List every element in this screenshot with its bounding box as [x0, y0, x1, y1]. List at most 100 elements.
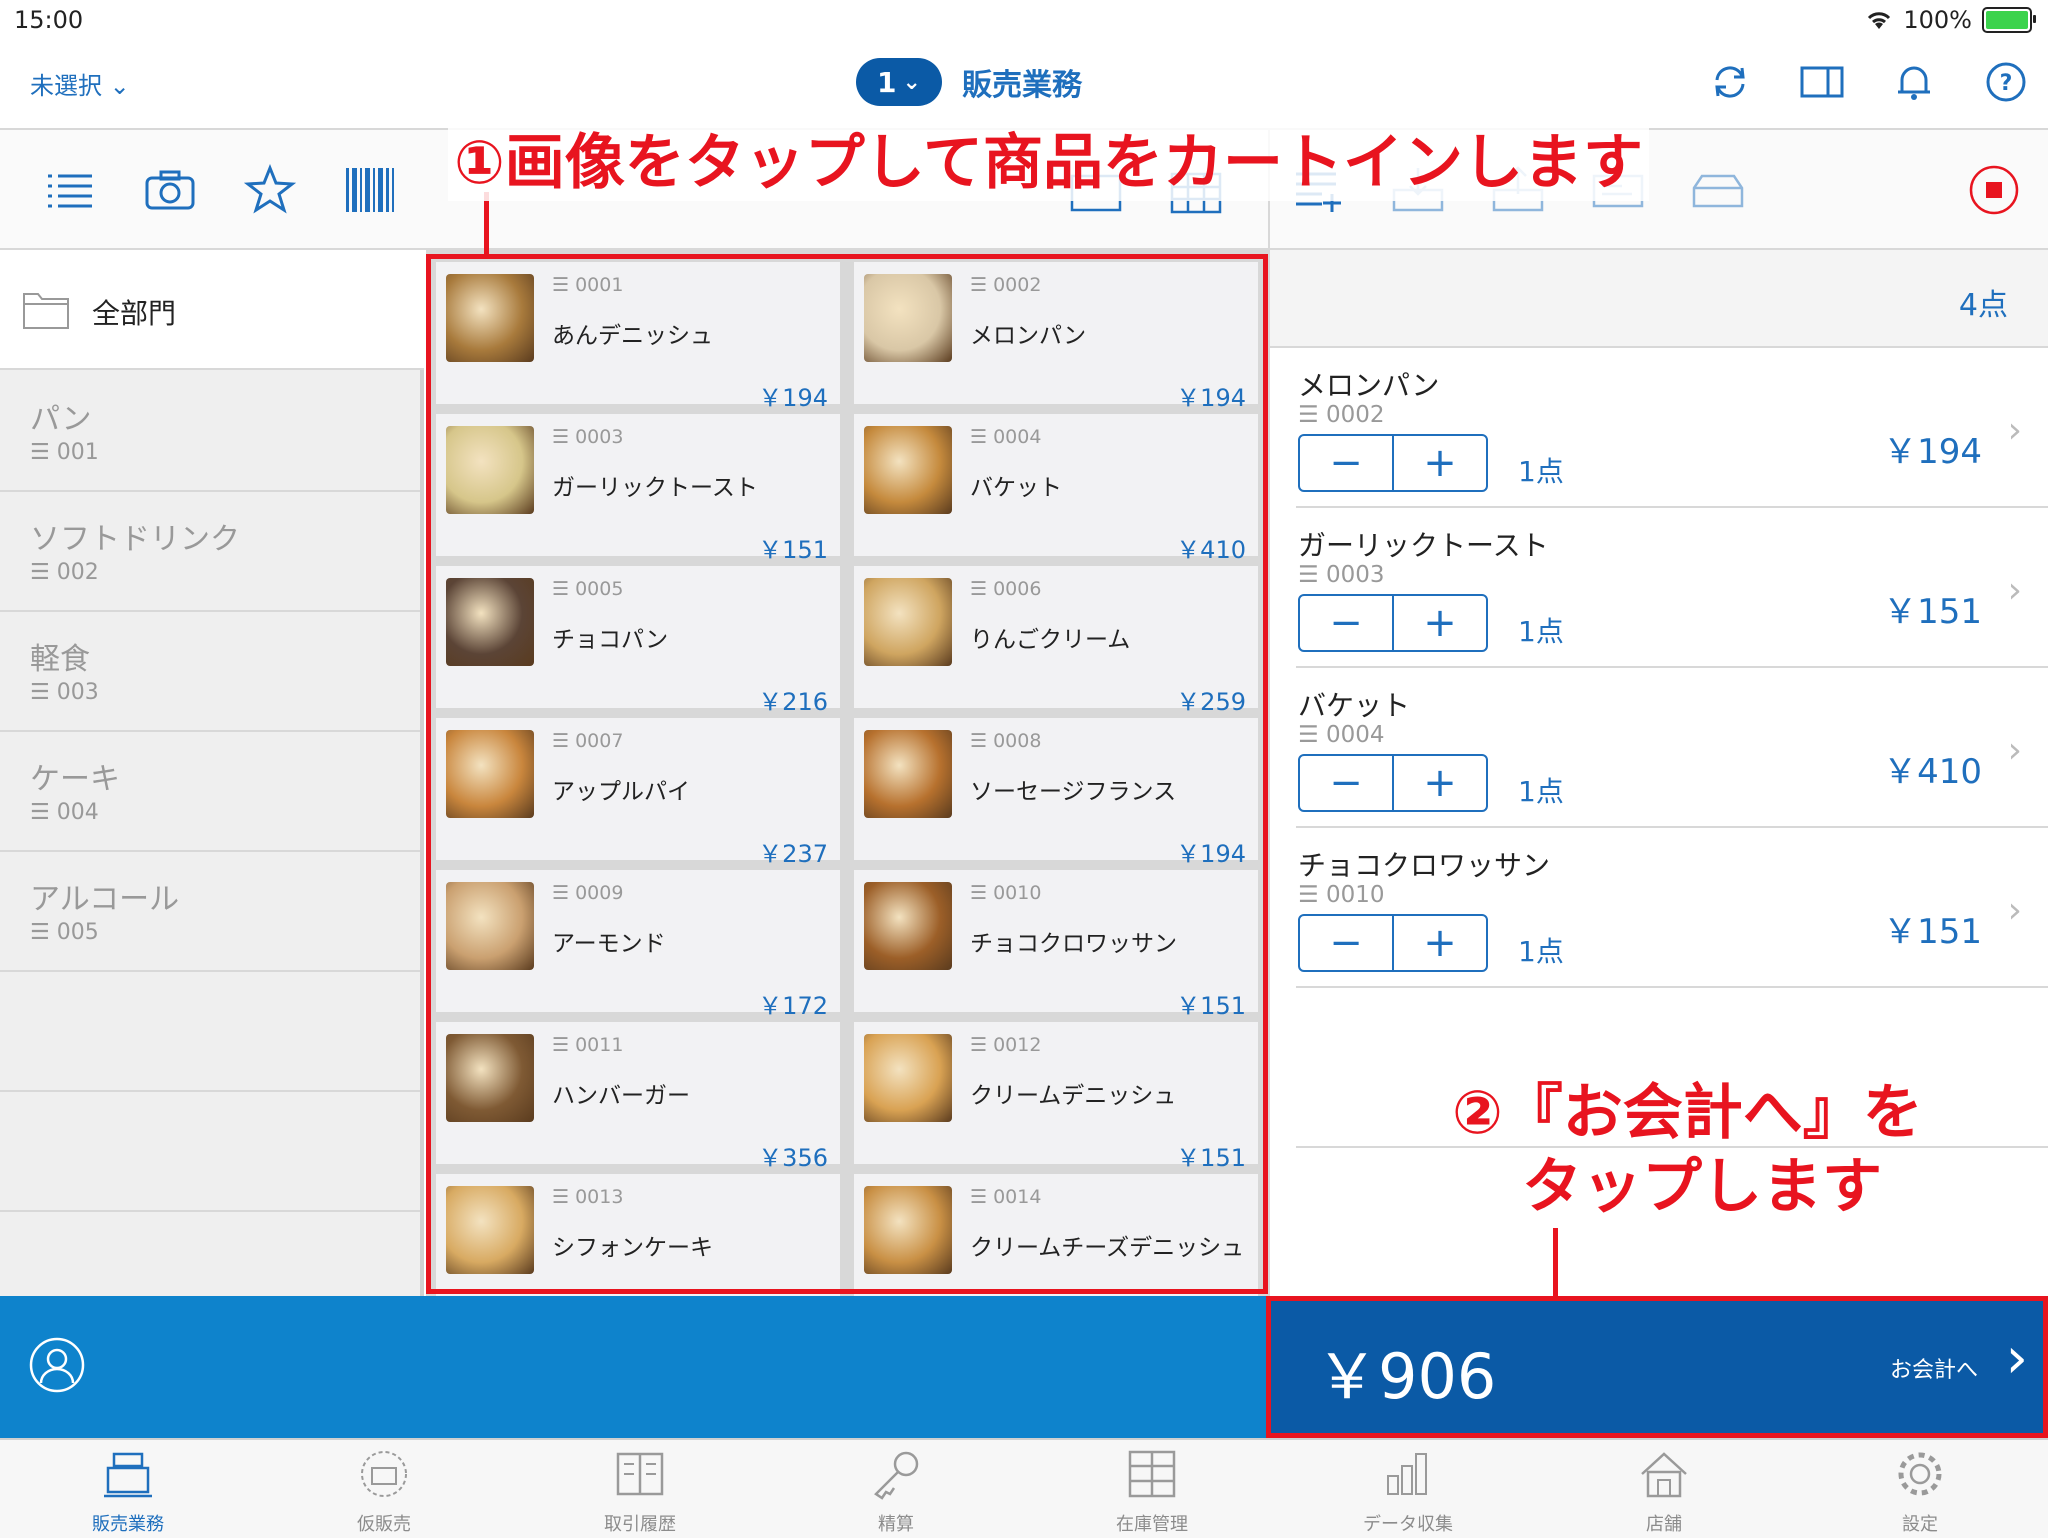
tab-3[interactable]: 取引履歴: [512, 1440, 768, 1538]
tab-7[interactable]: 店舗: [1536, 1440, 1792, 1538]
customer-bar: [0, 1296, 1268, 1438]
bell-icon[interactable]: [1892, 60, 1936, 104]
cart-item-code: ☰ 0010: [1298, 882, 1385, 908]
cart-item-code: ☰ 0004: [1298, 722, 1385, 748]
menu-icon: ☰: [30, 440, 57, 465]
annotation-text-top: ①画像をタップして商品をカートインします: [448, 114, 1649, 201]
cart-item-qty: 1点: [1518, 455, 1564, 488]
camera-icon[interactable]: [144, 164, 196, 216]
register-icon: [104, 1452, 152, 1498]
tab-label: 取引履歴: [604, 1514, 676, 1535]
increment-button[interactable]: +: [1392, 436, 1486, 490]
data-collection-icon: [1387, 1453, 1427, 1495]
increment-button[interactable]: +: [1392, 756, 1486, 810]
menu-icon: ☰: [1298, 882, 1326, 908]
decrement-button[interactable]: −: [1300, 436, 1392, 490]
menu-icon: ☰: [30, 920, 57, 945]
cart-item[interactable]: ガーリックトースト ☰ 0003 − + 1点 ￥151 ›: [1296, 508, 2048, 668]
tab-1[interactable]: 販売業務: [0, 1440, 256, 1538]
tab-8[interactable]: 設定: [1792, 1440, 2048, 1538]
history-icon: [616, 1452, 664, 1496]
cart-item-qty: 1点: [1518, 615, 1564, 648]
decrement-button[interactable]: −: [1300, 596, 1392, 650]
category-all-label: 全部門: [92, 297, 177, 330]
wifi-icon: [1868, 12, 1891, 29]
decrement-button[interactable]: −: [1300, 916, 1392, 970]
cart-item-price: ￥151: [1883, 592, 1982, 632]
increment-button[interactable]: +: [1392, 916, 1486, 970]
category-item[interactable]: ソフトドリンク ☰ 002: [0, 490, 420, 612]
annotation-line-top: [484, 192, 489, 254]
drawer-icon[interactable]: [1692, 164, 1744, 216]
battery-icon: [1982, 7, 2036, 33]
gear-icon: [1898, 1452, 1942, 1496]
help-icon[interactable]: ?: [1984, 60, 2028, 104]
annotation-text-right-2: タップします: [1522, 1152, 1882, 1222]
category-code: ☰ 004: [30, 800, 99, 825]
tab-label: データ収集: [1363, 1514, 1453, 1535]
tab-label: 設定: [1902, 1514, 1938, 1535]
quantity-stepper: − +: [1298, 594, 1488, 652]
tab-label: 仮販売: [357, 1514, 411, 1535]
barcode-icon[interactable]: [344, 164, 396, 216]
staff-selector[interactable]: 未選択 ⌄: [30, 66, 130, 101]
inventory-icon: [1128, 1450, 1176, 1498]
cart-item-name: チョコクロワッサン: [1298, 849, 1551, 882]
category-name: ケーキ: [30, 762, 120, 797]
quantity-stepper: − +: [1298, 914, 1488, 972]
category-code: ☰ 002: [30, 560, 99, 585]
chevron-down-icon: ⌄: [902, 69, 921, 95]
key-icon: [874, 1451, 919, 1500]
tab-2[interactable]: 仮販売: [256, 1440, 512, 1538]
status-bar: 15:00 100%: [0, 0, 2048, 40]
list-icon[interactable]: [44, 164, 96, 216]
menu-icon: ☰: [1298, 722, 1326, 748]
cart-item-name: メロンパン: [1298, 369, 1440, 402]
folder-icon: [23, 293, 69, 329]
cart-item[interactable]: チョコクロワッサン ☰ 0010 − + 1点 ￥151 ›: [1296, 828, 2048, 988]
annotation-box-checkout: [1266, 1296, 2048, 1438]
chevron-down-icon: ⌄: [109, 72, 130, 100]
battery-percent: 100%: [1903, 6, 1972, 34]
stop-icon[interactable]: [1968, 164, 2020, 216]
category-item[interactable]: ケーキ ☰ 004: [0, 730, 420, 852]
pending-sale-icon: [361, 1451, 407, 1497]
category-name: 軽食: [30, 642, 90, 677]
category-code: ☰ 005: [30, 920, 99, 945]
cart-item-code: ☰ 0002: [1298, 402, 1385, 428]
category-all[interactable]: 全部門: [0, 250, 424, 370]
customer-icon[interactable]: [28, 1336, 86, 1394]
category-name: アルコール: [30, 882, 180, 917]
tab-6[interactable]: データ収集: [1280, 1440, 1536, 1538]
category-list: パン ☰ 001 ソフトドリンク ☰ 002 軽食 ☰ 003 ケーキ ☰ 004 アル…: [0, 370, 424, 1296]
store-icon: [1641, 1452, 1687, 1498]
cart-item[interactable]: メロンパン ☰ 0002 − + 1点 ￥194 ›: [1296, 348, 2048, 508]
category-code: ☰ 003: [30, 680, 99, 705]
cart-item-price: ￥151: [1883, 912, 1982, 952]
menu-icon: ☰: [30, 800, 57, 825]
quantity-stepper: − +: [1298, 754, 1488, 812]
cart-item-price: ￥194: [1883, 432, 1982, 472]
cart-item[interactable]: バケット ☰ 0004 − + 1点 ￥410 ›: [1296, 668, 2048, 828]
category-empty-row: [0, 970, 420, 1092]
tab-label: 販売業務: [92, 1514, 164, 1535]
cart-item-price: ￥410: [1883, 752, 1982, 792]
cart-item-qty: 1点: [1518, 775, 1564, 808]
decrement-button[interactable]: −: [1300, 756, 1392, 810]
increment-button[interactable]: +: [1392, 596, 1486, 650]
category-empty-row: [0, 1090, 420, 1212]
category-item[interactable]: アルコール ☰ 005: [0, 850, 420, 972]
category-item[interactable]: パン ☰ 001: [0, 370, 420, 492]
register-selector[interactable]: 1 ⌄: [856, 58, 942, 106]
sync-icon[interactable]: [1708, 60, 1752, 104]
annotation-line-right: [1553, 1228, 1558, 1296]
tab-4[interactable]: 精算: [768, 1440, 1024, 1538]
category-item[interactable]: 軽食 ☰ 003: [0, 610, 420, 732]
cart-count-bar: 4点: [1270, 250, 2048, 348]
tab-5[interactable]: 在庫管理: [1024, 1440, 1280, 1538]
tab-label: 精算: [878, 1514, 914, 1535]
category-name: ソフトドリンク: [30, 522, 240, 557]
split-view-icon[interactable]: [1800, 60, 1844, 104]
cart-item-qty: 1点: [1518, 935, 1564, 968]
star-icon[interactable]: [244, 164, 296, 216]
